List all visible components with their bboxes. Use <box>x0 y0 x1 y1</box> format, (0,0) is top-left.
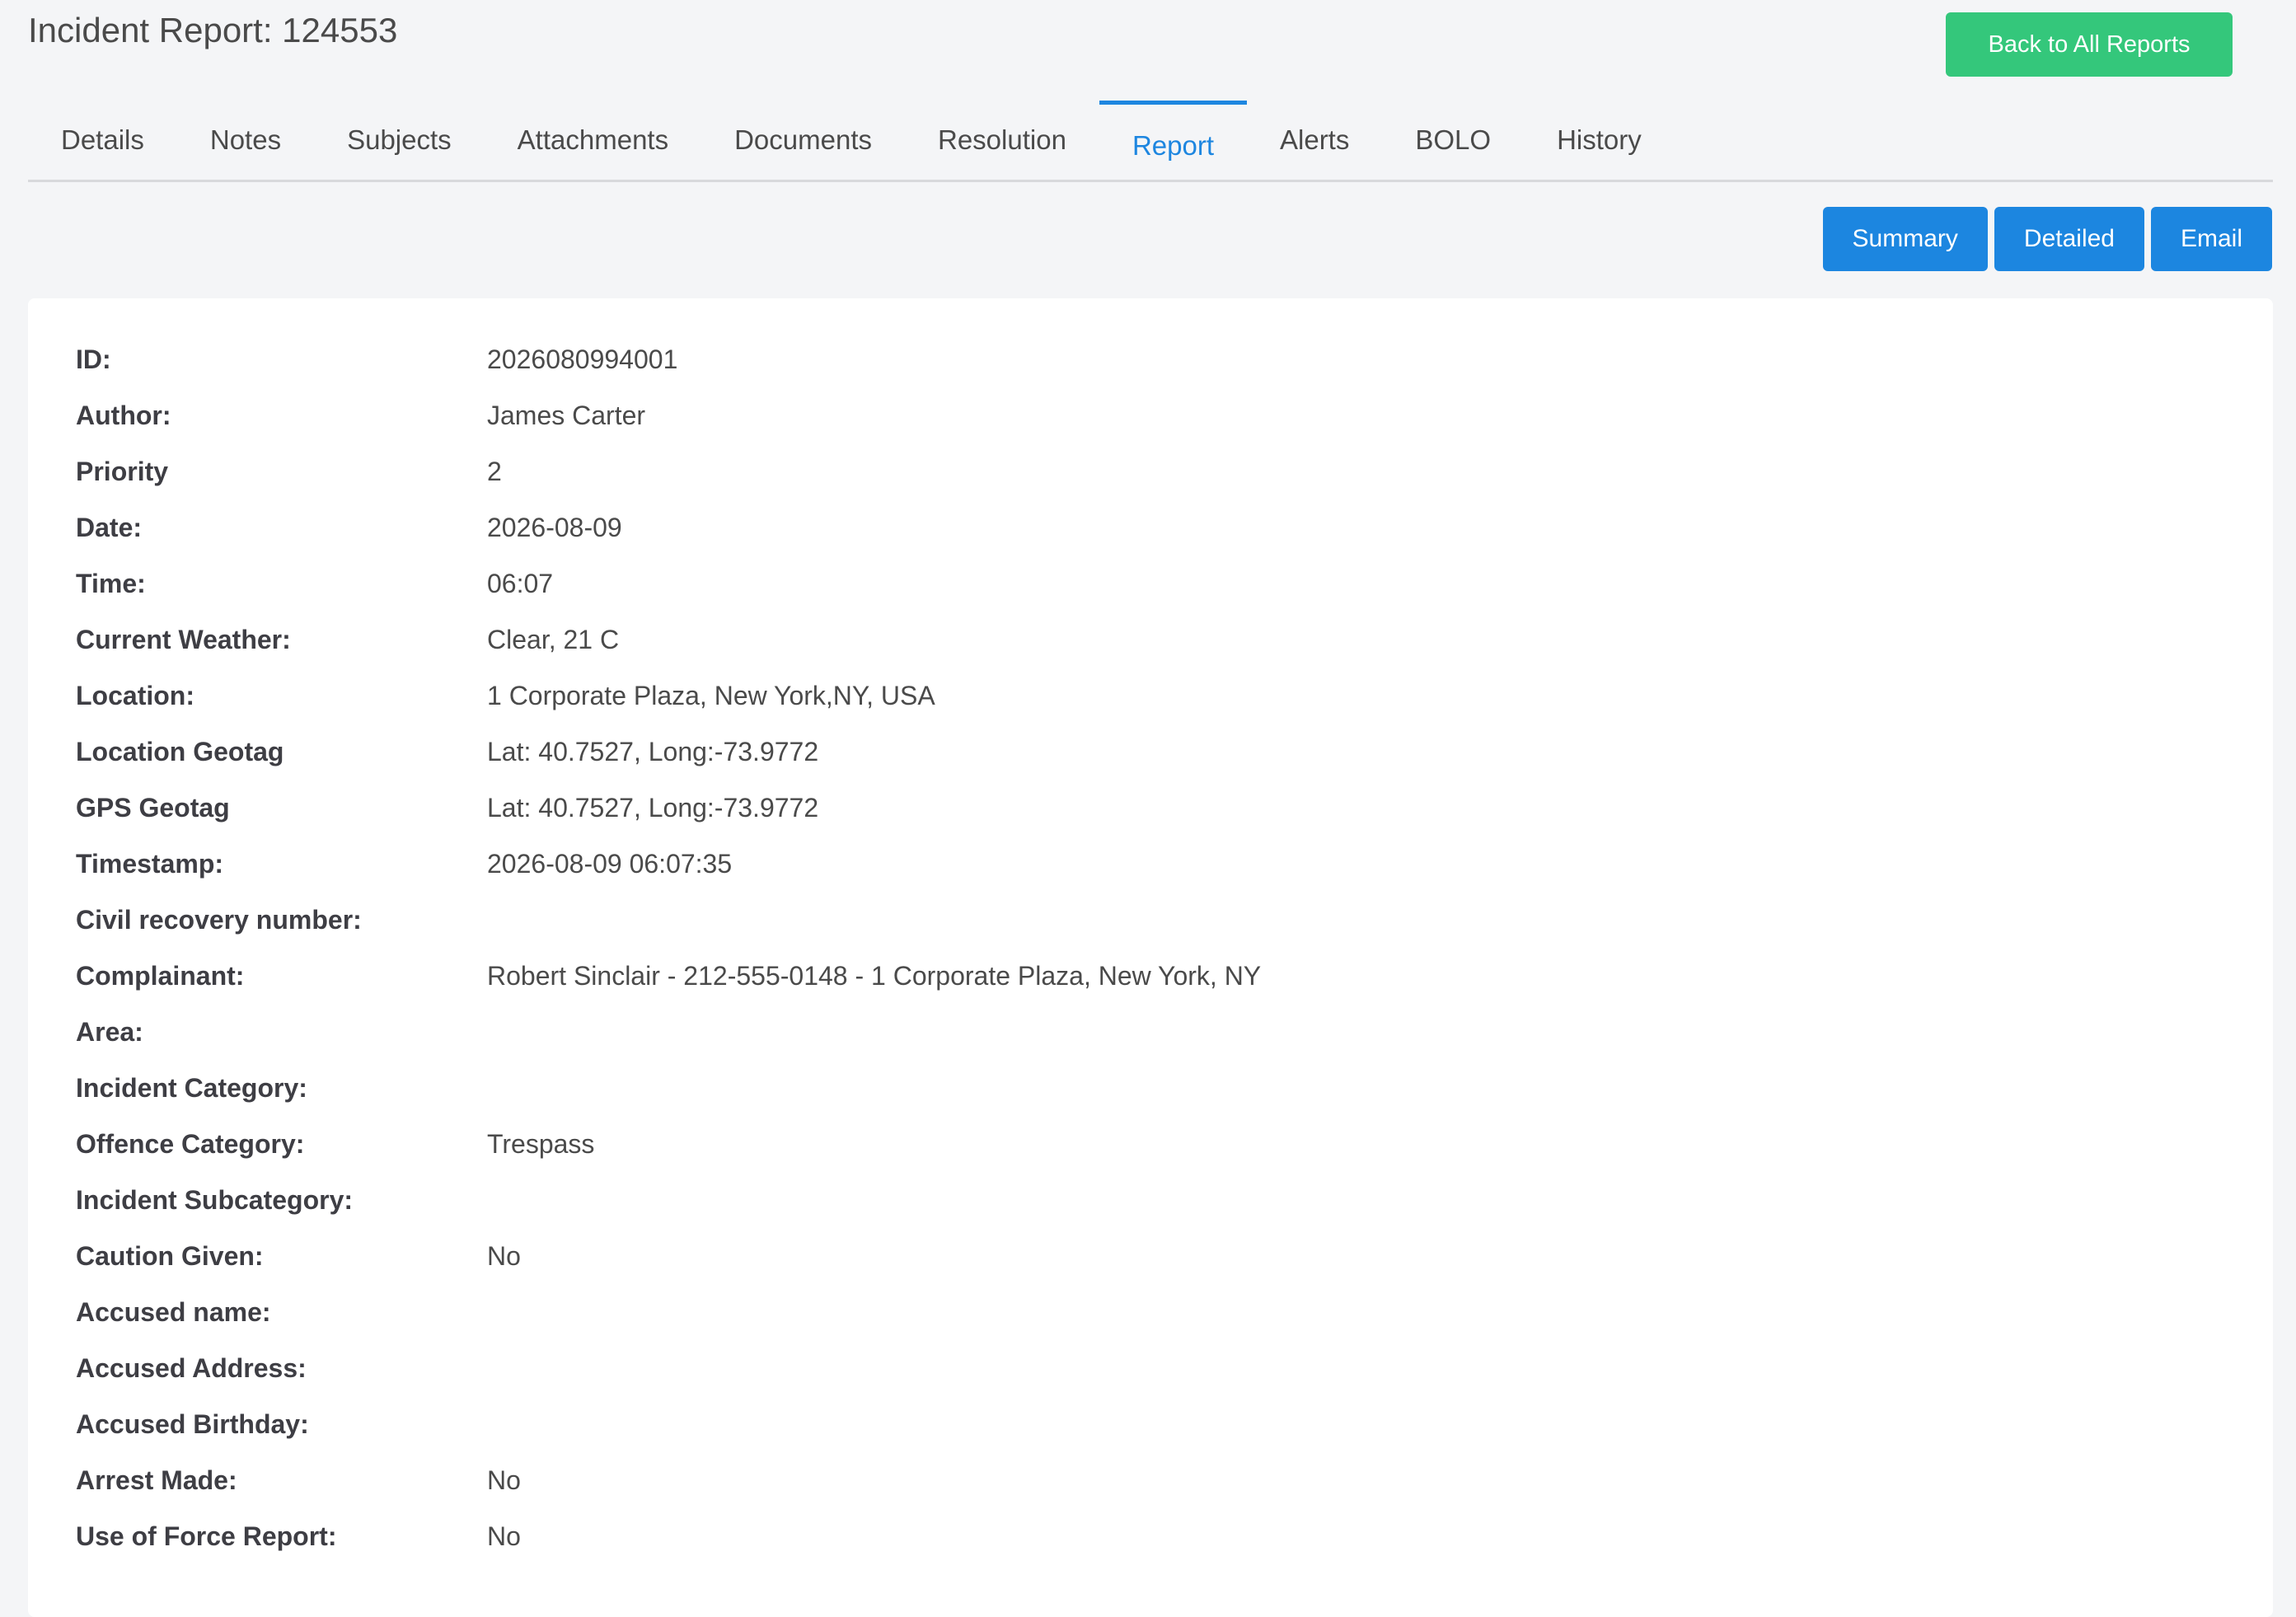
field-label: Accused Address: <box>76 1352 307 1383</box>
field-label: Author: <box>76 400 171 430</box>
tab-bolo[interactable]: BOLO <box>1382 101 1524 180</box>
field-label: Incident Subcategory: <box>76 1184 354 1215</box>
field-row-current-weather: Current Weather: Clear, 21 C <box>76 612 2240 668</box>
field-row-accused-name: Accused name: <box>76 1284 2240 1340</box>
field-value: 06:07 <box>487 568 554 598</box>
field-value: 1 Corporate Plaza, New York,NY, USA <box>487 680 935 710</box>
field-label: Location Geotag <box>76 736 284 766</box>
tab-documents[interactable]: Documents <box>701 101 905 180</box>
field-row-arrest-made: Arrest Made: No <box>76 1452 2240 1508</box>
field-label: Complainant: <box>76 960 245 991</box>
field-label: GPS Geotag <box>76 792 230 823</box>
field-label: Incident Category: <box>76 1072 307 1103</box>
summary-button[interactable]: Summary <box>1822 207 1988 271</box>
field-row-priority: Priority 2 <box>76 443 2240 499</box>
field-value: Trespass <box>487 1128 595 1159</box>
tab-alerts[interactable]: Alerts <box>1247 101 1382 180</box>
field-row-civil-recovery-number: Civil recovery number: <box>76 892 2240 948</box>
field-value: Lat: 40.7527, Long:-73.9772 <box>487 792 819 823</box>
field-row-location-geotag: Location Geotag Lat: 40.7527, Long:-73.97… <box>76 724 2240 780</box>
field-value: 2 <box>487 456 502 486</box>
field-label: Offence Category: <box>76 1128 305 1159</box>
tab-resolution[interactable]: Resolution <box>905 101 1099 180</box>
field-label: Caution Given: <box>76 1240 264 1271</box>
field-value: 2026080994001 <box>487 344 678 374</box>
field-label: Priority <box>76 456 169 486</box>
field-row-complainant: Complainant: Robert Sinclair - 212-555-01… <box>76 948 2240 1004</box>
page-title: Incident Report: 124553 <box>28 11 398 49</box>
back-to-all-reports-button[interactable]: Back to All Reports <box>1946 12 2233 77</box>
field-row-caution-given: Caution Given: No <box>76 1228 2240 1284</box>
tab-report[interactable]: Report <box>1099 101 1247 180</box>
tab-details[interactable]: Details <box>28 101 177 180</box>
field-row-accused-address: Accused Address: <box>76 1340 2240 1396</box>
field-label: Arrest Made: <box>76 1465 237 1495</box>
field-value: No <box>487 1521 521 1551</box>
email-button[interactable]: Email <box>2150 207 2272 271</box>
field-label: Accused Birthday: <box>76 1408 309 1439</box>
field-row-time: Time: 06:07 <box>76 555 2240 612</box>
field-label: Civil recovery number: <box>76 904 362 935</box>
field-row-use-of-force-report: Use of Force Report: No <box>76 1508 2240 1564</box>
field-row-id: ID: 2026080994001 <box>76 331 2240 387</box>
field-label: Use of Force Report: <box>76 1521 337 1551</box>
field-row-location: Location: 1 Corporate Plaza, New York,NY,… <box>76 668 2240 724</box>
field-row-incident-category: Incident Category: <box>76 1060 2240 1116</box>
field-value: Robert Sinclair - 212-555-0148 - 1 Corpo… <box>487 960 1262 991</box>
field-row-timestamp: Timestamp: 2026-08-09 06:07:35 <box>76 836 2240 892</box>
report-field-list: ID: 2026080994001 Author: James Carter Pri… <box>76 331 2240 1564</box>
tab-history[interactable]: History <box>1524 101 1675 180</box>
field-label: Current Weather: <box>76 624 291 654</box>
detailed-button[interactable]: Detailed <box>1994 207 2144 271</box>
field-row-offence-category: Offence Category: Trespass <box>76 1116 2240 1172</box>
tab-subjects[interactable]: Subjects <box>314 101 485 180</box>
tab-bar: Details Notes Subjects Attachments Docum… <box>28 101 2273 182</box>
field-value: 2026-08-09 <box>487 512 622 542</box>
field-label: Location: <box>76 680 194 710</box>
field-value: Clear, 21 C <box>487 624 620 654</box>
field-row-gps-geotag: GPS Geotag Lat: 40.7527, Long:-73.9772 <box>76 780 2240 836</box>
field-label: Timestamp: <box>76 848 224 879</box>
tab-notes[interactable]: Notes <box>177 101 314 180</box>
field-value: James Carter <box>487 400 646 430</box>
field-row-area: Area: <box>76 1004 2240 1060</box>
report-format-buttons: Summary Detailed Email <box>1822 207 2272 271</box>
field-label: Accused name: <box>76 1296 271 1327</box>
field-row-author: Author: James Carter <box>76 387 2240 443</box>
field-label: Date: <box>76 512 143 542</box>
field-value: Lat: 40.7527, Long:-73.9772 <box>487 736 819 766</box>
field-row-incident-subcategory: Incident Subcategory: <box>76 1172 2240 1228</box>
field-value: 2026-08-09 06:07:35 <box>487 848 733 879</box>
tab-attachments[interactable]: Attachments <box>485 101 701 180</box>
field-row-accused-birthday: Accused Birthday: <box>76 1396 2240 1452</box>
field-label: Area: <box>76 1016 143 1047</box>
field-label: ID: <box>76 344 111 374</box>
field-value: No <box>487 1240 521 1271</box>
field-row-date: Date: 2026-08-09 <box>76 499 2240 555</box>
field-label: Time: <box>76 568 146 598</box>
field-value: No <box>487 1465 521 1495</box>
report-card: ID: 2026080994001 Author: James Carter Pri… <box>28 298 2273 1617</box>
